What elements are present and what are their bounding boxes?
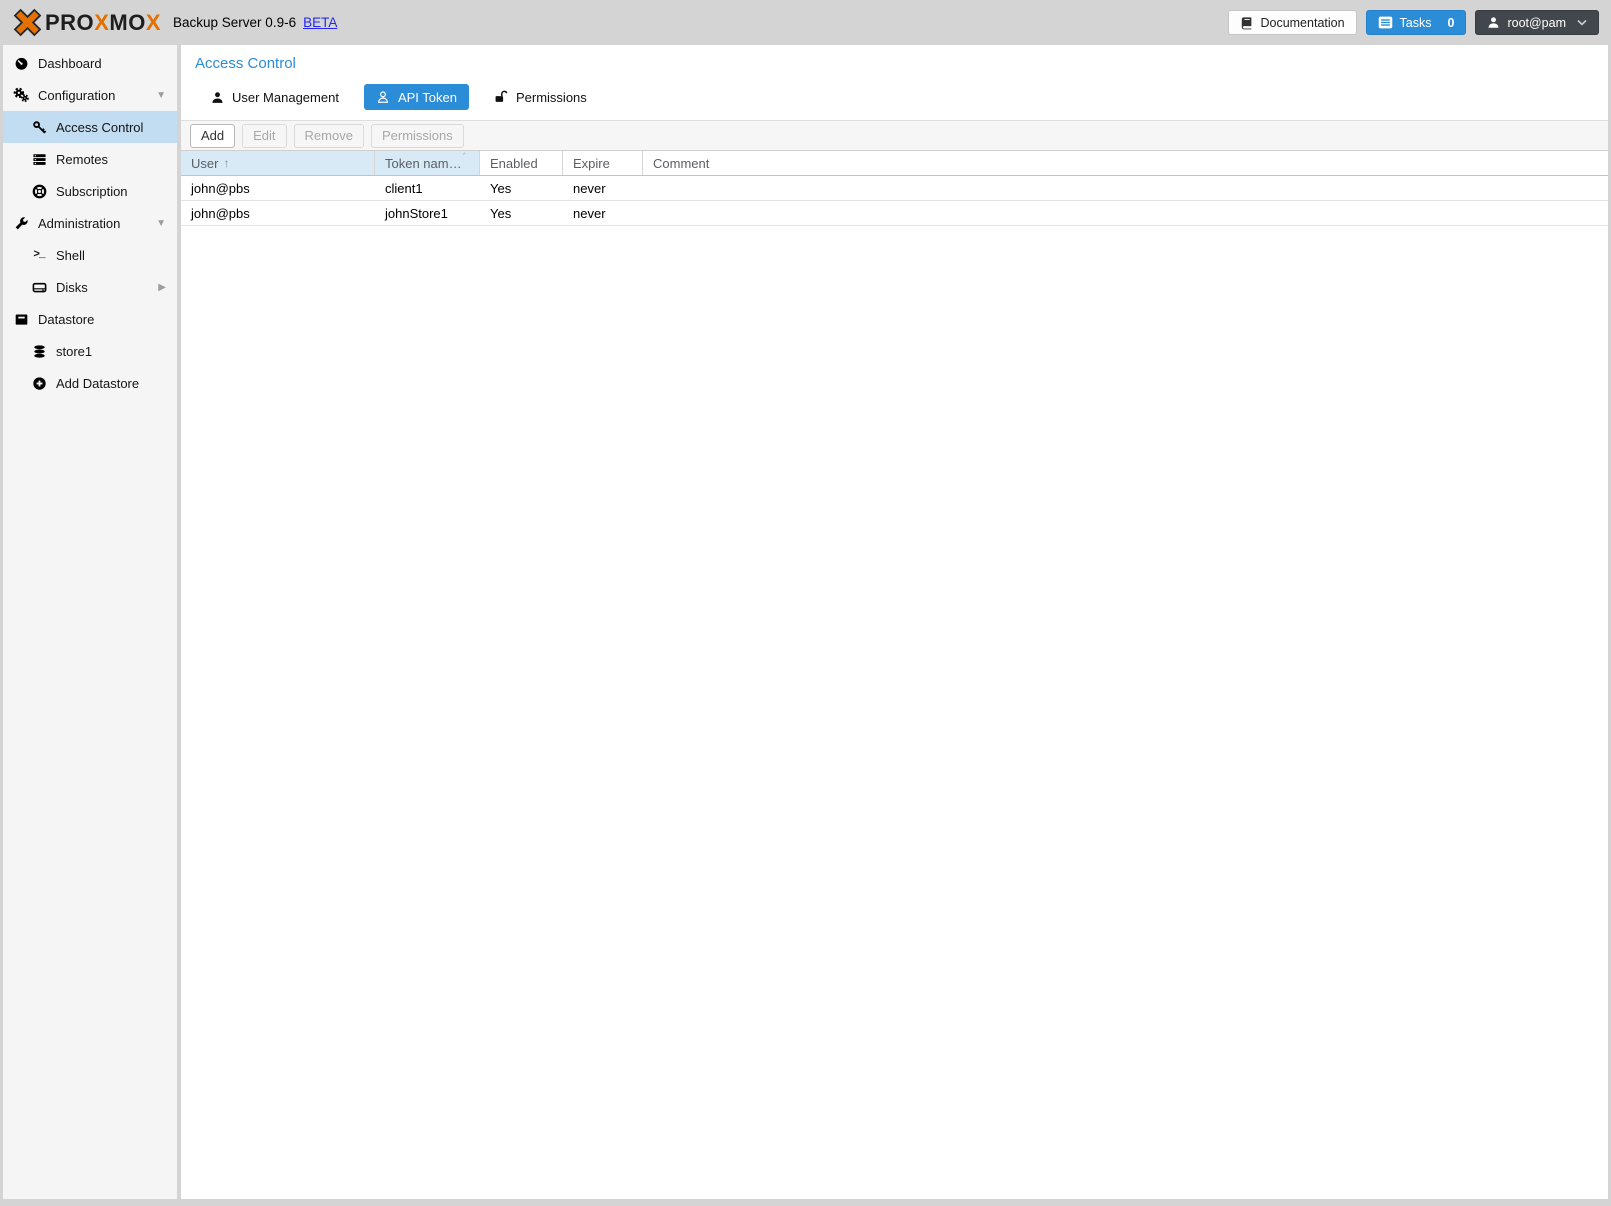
- page-title: Access Control: [195, 55, 1608, 72]
- proxmox-x-mark-icon: [12, 7, 43, 38]
- server-list-icon: [31, 152, 47, 167]
- cell-comment: [643, 201, 1608, 225]
- cell-expire: never: [563, 176, 643, 200]
- tasks-count-badge: 0: [1448, 16, 1455, 30]
- wrench-icon: [13, 216, 29, 231]
- add-button[interactable]: Add: [190, 124, 235, 148]
- database-icon: [31, 344, 47, 359]
- sidebar-item-disks[interactable]: Disks ▶: [3, 271, 177, 303]
- tab-api-token[interactable]: API Token: [364, 84, 469, 110]
- user-outline-icon: [376, 90, 390, 104]
- collapse-arrow-icon[interactable]: ▼: [156, 90, 166, 101]
- column-header-comment[interactable]: Comment: [643, 151, 1608, 175]
- unlock-icon: [494, 90, 508, 104]
- proxmox-wordmark: PROXMOX: [45, 10, 161, 36]
- edit-button[interactable]: Edit: [242, 124, 286, 148]
- plus-circle-icon: [31, 376, 47, 391]
- cell-token-name: johnStore1: [375, 201, 480, 225]
- permissions-button[interactable]: Permissions: [371, 124, 464, 148]
- tab-bar: User Management API Token Permissions: [199, 84, 1608, 110]
- cell-enabled: Yes: [480, 176, 563, 200]
- toolbar: Add Edit Remove Permissions: [181, 120, 1608, 151]
- book-icon: [1240, 16, 1253, 30]
- sidebar: Dashboard Configuration ▼ Access Control: [3, 45, 177, 1199]
- sidebar-item-access-control[interactable]: Access Control: [3, 111, 177, 143]
- gears-icon: [13, 87, 29, 103]
- table-header: User ↑ Token nam… ´ Enabled Expire Comme…: [181, 151, 1608, 176]
- terminal-icon: >_: [31, 249, 47, 261]
- sidebar-item-store1[interactable]: store1: [3, 335, 177, 367]
- cell-user: john@pbs: [181, 176, 375, 200]
- sidebar-item-remotes[interactable]: Remotes: [3, 143, 177, 175]
- cell-enabled: Yes: [480, 201, 563, 225]
- header-actions: Documentation Tasks 0 root@pam: [1228, 10, 1599, 35]
- archive-box-icon: [13, 312, 29, 327]
- sort-secondary-icon: ´: [463, 151, 467, 165]
- user-menu-button[interactable]: root@pam: [1475, 10, 1599, 35]
- documentation-button[interactable]: Documentation: [1228, 10, 1356, 35]
- key-icon: [31, 120, 47, 135]
- remove-button[interactable]: Remove: [294, 124, 364, 148]
- proxmox-logo: PROXMOX: [12, 7, 161, 38]
- page: PROXMOX Backup Server 0.9-6 BETA Documen…: [0, 0, 1611, 1206]
- cell-expire: never: [563, 201, 643, 225]
- column-header-token-name[interactable]: Token nam… ´: [375, 151, 480, 175]
- chevron-down-icon: [1577, 19, 1587, 26]
- table-row[interactable]: john@pbs client1 Yes never: [181, 176, 1608, 201]
- user-icon: [211, 91, 224, 104]
- cell-token-name: client1: [375, 176, 480, 200]
- user-icon: [1487, 16, 1500, 29]
- dashboard-icon: [13, 56, 29, 71]
- sidebar-item-datastore[interactable]: Datastore: [3, 303, 177, 335]
- content-panel: Access Control User Management API Token: [181, 45, 1608, 1199]
- task-list-icon: [1378, 16, 1393, 29]
- sidebar-item-subscription[interactable]: Subscription: [3, 175, 177, 207]
- content-header: Access Control User Management API Token: [181, 45, 1608, 120]
- column-header-enabled[interactable]: Enabled: [480, 151, 563, 175]
- tab-permissions[interactable]: Permissions: [482, 84, 599, 110]
- tab-user-management[interactable]: User Management: [199, 84, 351, 110]
- cell-user: john@pbs: [181, 201, 375, 225]
- life-ring-icon: [31, 184, 47, 199]
- table-row[interactable]: john@pbs johnStore1 Yes never: [181, 201, 1608, 226]
- beta-link[interactable]: BETA: [303, 15, 337, 30]
- sidebar-item-add-datastore[interactable]: Add Datastore: [3, 367, 177, 399]
- sidebar-item-configuration[interactable]: Configuration ▼: [3, 79, 177, 111]
- column-header-user[interactable]: User ↑: [181, 151, 375, 175]
- cell-comment: [643, 176, 1608, 200]
- sort-asc-icon: ↑: [223, 156, 229, 170]
- app-header: PROXMOX Backup Server 0.9-6 BETA Documen…: [0, 0, 1611, 45]
- table-empty-area: [181, 226, 1608, 1199]
- product-title: Backup Server 0.9-6: [173, 15, 296, 30]
- hdd-icon: [31, 280, 47, 295]
- page-body: Dashboard Configuration ▼ Access Control: [0, 45, 1611, 1206]
- expand-arrow-icon[interactable]: ▶: [158, 282, 166, 293]
- sidebar-item-shell[interactable]: >_ Shell: [3, 239, 177, 271]
- sidebar-item-administration[interactable]: Administration ▼: [3, 207, 177, 239]
- sidebar-item-dashboard[interactable]: Dashboard: [3, 47, 177, 79]
- column-header-expire[interactable]: Expire: [563, 151, 643, 175]
- collapse-arrow-icon[interactable]: ▼: [156, 218, 166, 229]
- tasks-button[interactable]: Tasks 0: [1366, 10, 1467, 35]
